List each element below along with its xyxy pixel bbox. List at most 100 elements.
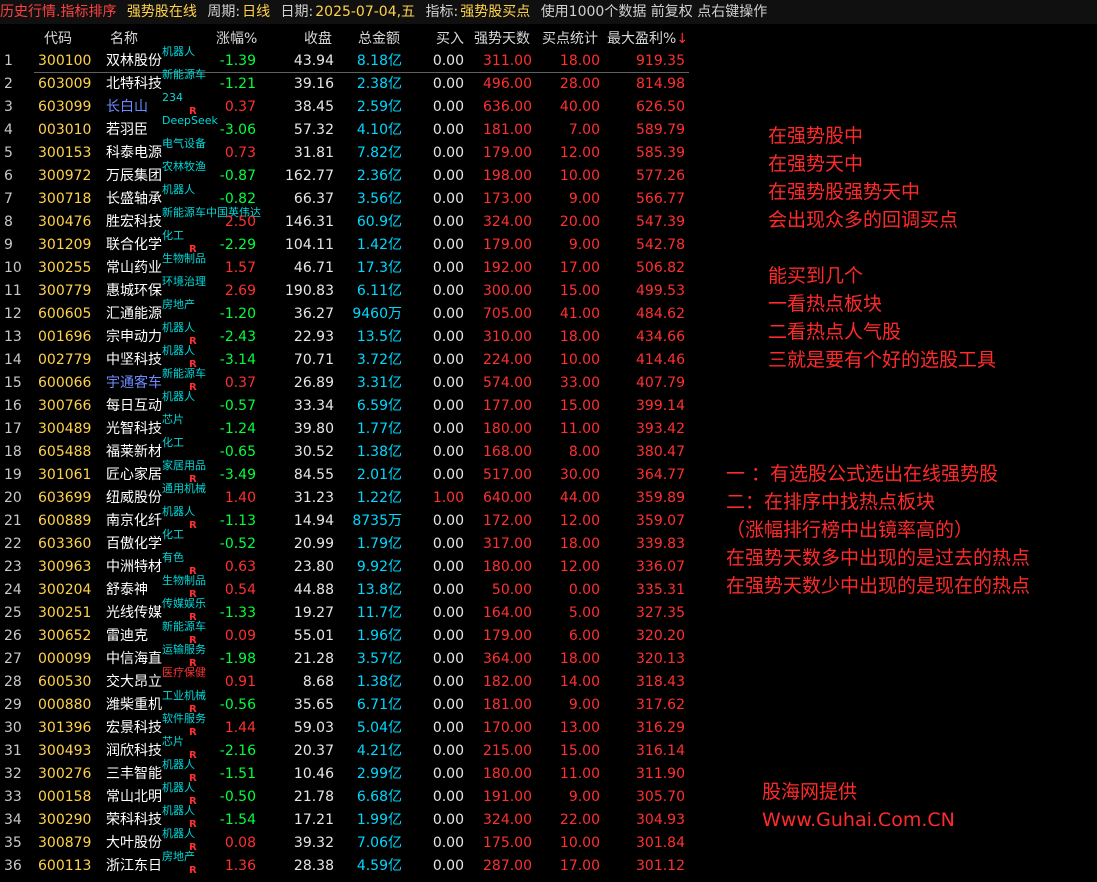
strong-days: 705.00 bbox=[483, 306, 532, 322]
indicator-value[interactable]: 强势股买点 bbox=[460, 4, 530, 20]
total-amount: 9.92亿 bbox=[356, 559, 402, 575]
stock-name: 中信海直 bbox=[106, 651, 162, 667]
table-row[interactable]: 26 300652 雷迪克 新能源车 R 0.09 55.01 1.96亿 0.00 179.00… bbox=[0, 620, 700, 648]
row-index: 14 bbox=[4, 352, 22, 368]
stock-code: 301396 bbox=[38, 720, 92, 736]
row-index: 33 bbox=[4, 789, 22, 805]
max-profit: 316.29 bbox=[636, 720, 685, 736]
strong-days: 164.00 bbox=[483, 605, 532, 621]
stock-code: 300493 bbox=[38, 743, 92, 759]
table-row[interactable]: 7 300718 长盛轴承 机器人 -0.82 66.37 3.56亿 0.00 173.00 9… bbox=[0, 183, 700, 211]
row-index: 7 bbox=[4, 191, 13, 207]
row-index: 17 bbox=[4, 421, 22, 437]
table-row[interactable]: 23 300963 中洲特材 有色 R 0.63 23.80 9.92亿 0.00 180.00 1… bbox=[0, 551, 700, 579]
column-header-code[interactable]: 代码 bbox=[44, 28, 72, 48]
table-row[interactable]: 25 300251 光线传媒 传媒娱乐 R -1.33 19.27 11.7亿 0.00 164.… bbox=[0, 597, 700, 625]
stock-code: 300476 bbox=[38, 214, 92, 230]
table-row[interactable]: 9 301209 联合化学 化工 R -2.29 104.11 1.42亿 0.00 179.00… bbox=[0, 229, 700, 257]
stock-code: 003010 bbox=[38, 122, 92, 138]
strong-days: 181.00 bbox=[483, 697, 532, 713]
stock-name: 雷迪克 bbox=[106, 628, 148, 644]
buy-point-count: 9.00 bbox=[568, 789, 600, 805]
row-index: 16 bbox=[4, 398, 22, 414]
sector-tag: 生物制品 bbox=[162, 252, 206, 265]
row-index: 8 bbox=[4, 214, 13, 230]
credit-block: 股海网提供 Www.Guhai.Com.CN bbox=[762, 778, 955, 834]
table-row[interactable]: 3 603099 长白山 234 R 0.37 38.45 2.59亿 0.00 636.00 40… bbox=[0, 91, 700, 119]
total-amount: 1.99亿 bbox=[356, 812, 402, 828]
column-header-max-profit[interactable]: 最大盈利%↓ bbox=[607, 28, 688, 48]
stock-name: 每日互动 bbox=[106, 398, 162, 414]
date-value[interactable]: 2025-07-04,五 bbox=[315, 4, 415, 20]
table-row[interactable]: 21 600889 南京化纤 机器人 R -1.13 14.94 8735万 0.00 172.0… bbox=[0, 505, 700, 533]
close-price: 57.32 bbox=[293, 122, 334, 138]
stock-code: 300204 bbox=[38, 582, 92, 598]
row-index: 11 bbox=[4, 283, 22, 299]
stock-code: 300779 bbox=[38, 283, 92, 299]
stock-code: 603699 bbox=[38, 490, 92, 506]
table-row[interactable]: 18 605488 福莱新材 化工 -0.65 30.52 1.38亿 0.00 168.00 8… bbox=[0, 436, 700, 464]
buy-point-count: 18.00 bbox=[559, 329, 600, 345]
table-row[interactable]: 19 301061 匠心家居 家居用品 R -3.49 84.55 2.01亿 0.00 517.… bbox=[0, 459, 700, 487]
table-row[interactable]: 5 300153 科泰电源 电气设备 0.73 31.81 7.82亿 0.00 179.00 1… bbox=[0, 137, 700, 165]
buy-signal: 0.00 bbox=[432, 628, 464, 644]
column-header-buy-stats[interactable]: 买点统计 bbox=[542, 28, 598, 48]
change-pct: 1.44 bbox=[224, 720, 256, 736]
note-line: 能买到几个 bbox=[768, 265, 864, 287]
table-row[interactable]: 35 300879 大叶股份 机器人 R 0.08 39.32 7.06亿 0.00 175.00… bbox=[0, 827, 700, 855]
column-header-name[interactable]: 名称 bbox=[110, 28, 138, 48]
close-price: 31.81 bbox=[293, 145, 334, 161]
max-profit: 499.53 bbox=[636, 283, 685, 299]
column-header-strong-days[interactable]: 强势天数 bbox=[474, 28, 530, 48]
period-value[interactable]: 日线 bbox=[242, 4, 270, 20]
mode-title[interactable]: 历史行情.指标排序 bbox=[0, 4, 116, 20]
buy-point-count: 12.00 bbox=[559, 513, 600, 529]
table-row[interactable]: 30 301396 宏景科技 软件服务 R 1.44 59.03 5.04亿 0.00 170.0… bbox=[0, 712, 700, 740]
column-header-amount[interactable]: 总金额 bbox=[358, 28, 400, 48]
table-row[interactable]: 15 600066 宇通客车 新能源车 R 0.37 26.89 3.31亿 0.00 574.0… bbox=[0, 367, 700, 395]
table-row[interactable]: 2 603009 北特科技 新能源车 -1.21 39.16 2.38亿 0.00 496.00… bbox=[0, 68, 700, 96]
table-row[interactable]: 14 002779 中坚科技 机器人 R -3.14 70.71 3.72亿 0.00 224.0… bbox=[0, 344, 700, 372]
table-row[interactable]: 16 300766 每日互动 机器人 -0.57 33.34 6.59亿 0.00 177.00… bbox=[0, 390, 700, 418]
table-row[interactable]: 4 003010 若羽臣 DeepSeek -3.06 57.32 4.10亿 0.00 181… bbox=[0, 114, 700, 142]
table-row[interactable]: 34 300290 荣科科技 机器人 R -1.54 17.21 1.99亿 0.00 324.0… bbox=[0, 804, 700, 832]
buy-point-count: 15.00 bbox=[559, 743, 600, 759]
table-row[interactable]: 22 603360 百傲化学 化工 -0.52 20.99 1.79亿 0.00 317.00 1… bbox=[0, 528, 700, 556]
credit-link[interactable]: Www.Guhai.Com.CN bbox=[762, 806, 955, 834]
table-row[interactable]: 31 300493 润欣科技 芯片 R -2.16 20.37 4.21亿 0.00 215.00… bbox=[0, 735, 700, 763]
scheme-name[interactable]: 强势股在线 bbox=[127, 4, 197, 20]
table-row[interactable]: 32 300276 三丰智能 机器人 R -1.51 10.46 2.99亿 0.00 180.0… bbox=[0, 758, 700, 786]
table-row[interactable]: 8 300476 胜宏科技 新能源车中国英伟达 2.50 146.31 60.9亿 0.00 3… bbox=[0, 206, 700, 234]
table-row[interactable]: 11 300779 惠城环保 环境治理 2.69 190.83 6.11亿 0.00 300.0… bbox=[0, 275, 700, 303]
note-block-2: 能买到几个 一看热点板块 二看热点人气股 三就是要有个好的选股工具 bbox=[768, 262, 996, 374]
table-row[interactable]: 33 000158 常山北明 机器人 R -0.50 21.78 6.68亿 0.00 191.0… bbox=[0, 781, 700, 809]
column-header-change[interactable]: 涨幅% bbox=[216, 28, 257, 48]
table-row[interactable]: 28 600530 交大昂立 医疗保健 0.91 8.68 1.38亿 0.00 182.00 1… bbox=[0, 666, 700, 694]
table-row[interactable]: 10 300255 常山药业 生物制品 1.57 46.71 17.3亿 0.00 192.00… bbox=[0, 252, 700, 280]
stock-name: 科泰电源 bbox=[106, 145, 162, 161]
change-pct: -1.54 bbox=[219, 812, 256, 828]
note-line: 在强势股中 bbox=[768, 125, 864, 147]
data-info: 使用1000个数据 前复权 点右键操作 bbox=[540, 4, 768, 20]
column-header-buy[interactable]: 买入 bbox=[436, 28, 464, 48]
sector-tag: 芯片 bbox=[162, 735, 184, 748]
stock-name: 光智科技 bbox=[106, 421, 162, 437]
strong-days: 180.00 bbox=[483, 421, 532, 437]
strong-days: 198.00 bbox=[483, 168, 532, 184]
column-header-close[interactable]: 收盘 bbox=[304, 28, 332, 48]
table-row[interactable]: 6 300972 万辰集团 农林牧渔 -0.87 162.77 2.36亿 0.00 198.0… bbox=[0, 160, 700, 188]
table-row[interactable]: 27 000099 中信海直 运输服务 R -1.98 21.28 3.57亿 0.00 364.… bbox=[0, 643, 700, 671]
stock-name: 宗申动力 bbox=[106, 329, 162, 345]
table-row[interactable]: 17 300489 光智科技 芯片 -1.24 39.80 1.77亿 0.00 180.00 1… bbox=[0, 413, 700, 441]
table-row[interactable]: 13 001696 宗申动力 机器人 R -2.43 22.93 13.5亿 0.00 310.0… bbox=[0, 321, 700, 349]
close-price: 26.89 bbox=[293, 375, 334, 391]
stock-code: 002779 bbox=[38, 352, 92, 368]
table-row[interactable]: 24 300204 舒泰神 生物制品 R 0.54 44.88 13.8亿 0.00 50.00 0… bbox=[0, 574, 700, 602]
table-row[interactable]: 20 603699 纽威股份 通用机械 1.40 31.23 1.22亿 1.00 640.00… bbox=[0, 482, 700, 510]
table-row[interactable]: 36 600113 浙江东日 房地产 R 1.36 28.38 4.59亿 0.00 287.00… bbox=[0, 850, 700, 878]
table-row[interactable]: 12 600605 汇通能源 房地产 -1.20 36.27 9460万 0.00 705.00… bbox=[0, 298, 700, 326]
buy-point-count: 9.00 bbox=[568, 237, 600, 253]
strong-days: 180.00 bbox=[483, 559, 532, 575]
table-row[interactable]: 29 000880 潍柴重机 工业机械 R -0.56 35.65 6.71亿 0.00 181.… bbox=[0, 689, 700, 717]
table-row[interactable]: 1 300100 双林股份 机器人 -1.39 43.94 8.18亿 0.00 311.00 1… bbox=[0, 45, 700, 73]
